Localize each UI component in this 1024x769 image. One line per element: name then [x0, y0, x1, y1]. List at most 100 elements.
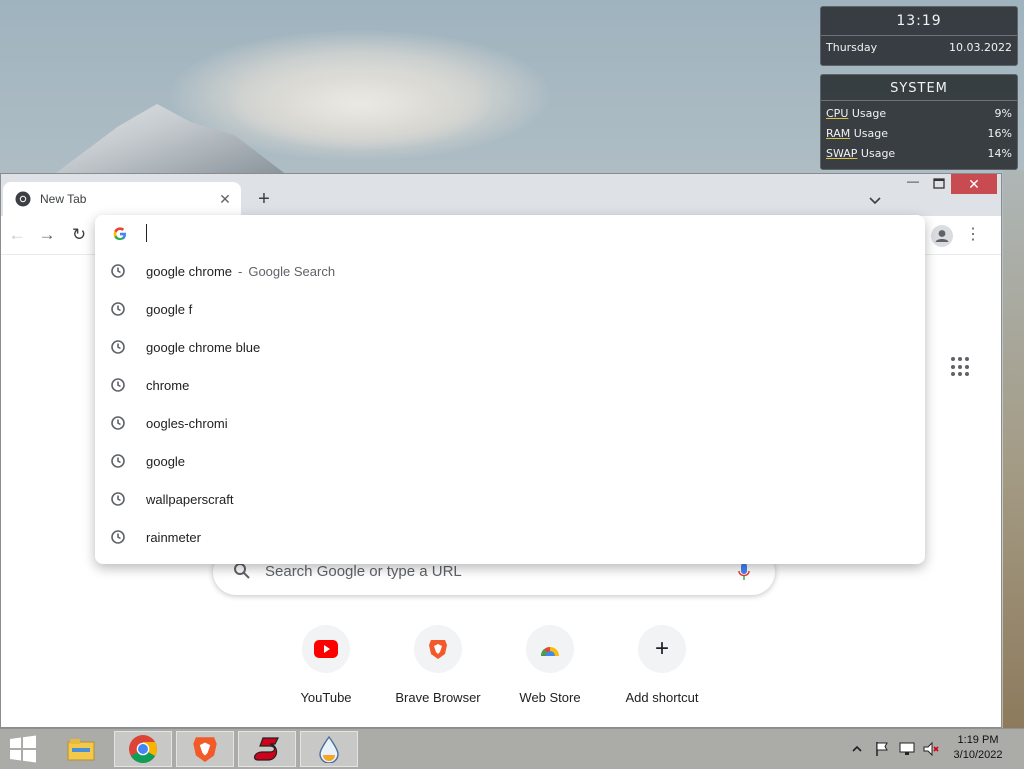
forward-button[interactable]: →: [37, 225, 57, 245]
shortcut-add[interactable]: + Add shortcut: [606, 623, 718, 705]
show-hidden-icons-icon[interactable]: [850, 739, 864, 759]
taskbar-file-explorer[interactable]: [52, 731, 110, 767]
chrome-menu-button[interactable]: ⋮: [965, 225, 981, 245]
back-button[interactable]: ←: [7, 225, 27, 245]
file-explorer-icon: [67, 739, 95, 761]
taskbar-date: 3/10/2022: [953, 749, 1003, 761]
widget-day: Thursday: [826, 41, 878, 54]
maximize-button[interactable]: [929, 174, 949, 194]
shortcut-label: Brave Browser: [395, 690, 481, 705]
suggestion-text: oogles-chromi: [146, 415, 228, 431]
google-apps-icon[interactable]: [951, 357, 971, 377]
suggestion-description: Google Search: [248, 263, 336, 279]
network-icon[interactable]: [898, 739, 916, 759]
swap-value: 14%: [987, 147, 1012, 160]
app-s-icon: [253, 737, 279, 761]
suggestion-item[interactable]: rainmeter: [95, 518, 925, 556]
microphone-icon[interactable]: [737, 562, 751, 582]
new-tab-button[interactable]: +: [253, 188, 275, 210]
tab-new-tab[interactable]: New Tab ✕: [3, 182, 241, 216]
omnibox-dropdown: google chrome - Google Search google f goo…: [95, 215, 925, 564]
suggestion-item[interactable]: google chrome blue: [95, 328, 925, 366]
taskbar-drop-app[interactable]: [300, 731, 358, 767]
usage-label: Usage: [848, 107, 887, 120]
webstore-icon: [526, 625, 574, 673]
windows-start-icon[interactable]: [8, 735, 38, 763]
youtube-icon: [302, 625, 350, 673]
person-icon: [935, 230, 949, 242]
suggestion-item[interactable]: oogles-chromi: [95, 404, 925, 442]
taskbar-brave[interactable]: [176, 731, 234, 767]
suggestion-item[interactable]: google chrome - Google Search: [95, 252, 925, 290]
chrome-icon: [129, 735, 157, 763]
brave-icon: [193, 737, 217, 762]
plus-icon: +: [638, 625, 686, 673]
history-clock-icon: [111, 454, 125, 468]
history-clock-icon: [111, 416, 125, 430]
system-widget-title: SYSTEM: [821, 75, 1017, 101]
volume-muted-icon[interactable]: [922, 739, 940, 759]
shortcut-brave-browser[interactable]: Brave Browser: [382, 623, 494, 705]
suggestion-item[interactable]: chrome: [95, 366, 925, 404]
suggestion-item[interactable]: google f: [95, 290, 925, 328]
ram-usage-row: RAM Usage 16%: [821, 124, 1017, 144]
cpu-usage-row: CPU Usage 9%: [821, 104, 1017, 124]
usage-label: Usage: [850, 127, 888, 140]
suggestion-text: google chrome blue: [146, 339, 261, 355]
suggestion-item[interactable]: google: [95, 442, 925, 480]
suggestion-text: google chrome: [146, 263, 232, 279]
shortcut-youtube[interactable]: YouTube: [270, 623, 382, 705]
minimize-button[interactable]: —: [901, 174, 925, 194]
taskbar-app-s[interactable]: [238, 731, 296, 767]
shortcut-tiles: YouTube Brave Browser Web Store + Add sh…: [270, 623, 718, 713]
search-placeholder: Search Google or type a URL: [265, 563, 462, 580]
usage-label: Usage: [857, 147, 896, 160]
wallpaper-cloud: [230, 60, 490, 150]
shortcut-label: Add shortcut: [625, 690, 699, 705]
history-clock-icon: [111, 340, 125, 354]
clock-widget: 13:19 Thursday 10.03.2022: [820, 6, 1018, 66]
action-center-flag-icon[interactable]: [874, 739, 890, 759]
ram-label: RAM: [826, 127, 851, 140]
drop-app-icon: [319, 735, 339, 763]
suggestion-text: google f: [146, 301, 193, 317]
widget-date: 10.03.2022: [949, 41, 1012, 54]
suggestion-separator: -: [238, 263, 243, 279]
taskbar: 1:19 PM 3/10/2022: [0, 728, 1024, 769]
shortcut-label: Web Store: [519, 690, 581, 705]
cpu-value: 9%: [994, 107, 1012, 120]
widget-time: 13:19: [896, 13, 942, 29]
suggestion-item[interactable]: wallpaperscraft: [95, 480, 925, 518]
wallpaper-edge: [1003, 170, 1024, 730]
taskbar-clock[interactable]: 1:19 PM 3/10/2022: [948, 733, 1008, 763]
cpu-label: CPU: [826, 107, 849, 120]
ram-value: 16%: [987, 127, 1012, 140]
history-clock-icon: [111, 378, 125, 392]
search-icon: [234, 563, 250, 579]
chevron-down-icon[interactable]: [865, 190, 885, 210]
shortcut-web-store[interactable]: Web Store: [494, 623, 606, 705]
google-g-icon: [113, 227, 126, 240]
omnibox-input[interactable]: [146, 224, 147, 242]
history-clock-icon: [111, 264, 125, 278]
suggestion-text: wallpaperscraft: [146, 491, 234, 507]
maximize-icon: [933, 178, 945, 189]
profile-avatar[interactable]: [931, 225, 953, 247]
suggestion-text: rainmeter: [146, 529, 201, 545]
history-clock-icon: [111, 492, 125, 506]
tab-title: New Tab: [40, 192, 87, 206]
tab-strip: New Tab ✕ + — ✕: [1, 174, 1001, 216]
reload-button[interactable]: ↻: [69, 225, 89, 245]
taskbar-chrome[interactable]: [114, 731, 172, 767]
chrome-favicon-icon: [15, 191, 31, 207]
system-widget: SYSTEM CPU Usage 9% RAM Usage 16% SWAP U…: [820, 74, 1018, 170]
taskbar-time: 1:19 PM: [957, 734, 999, 746]
suggestion-text: google: [146, 453, 186, 469]
brave-icon: [414, 625, 462, 673]
shortcut-label: YouTube: [300, 690, 352, 705]
close-window-button[interactable]: ✕: [951, 174, 997, 194]
close-tab-icon[interactable]: ✕: [215, 189, 235, 209]
history-clock-icon: [111, 302, 125, 316]
suggestion-text: chrome: [146, 377, 190, 393]
history-clock-icon: [111, 530, 125, 544]
